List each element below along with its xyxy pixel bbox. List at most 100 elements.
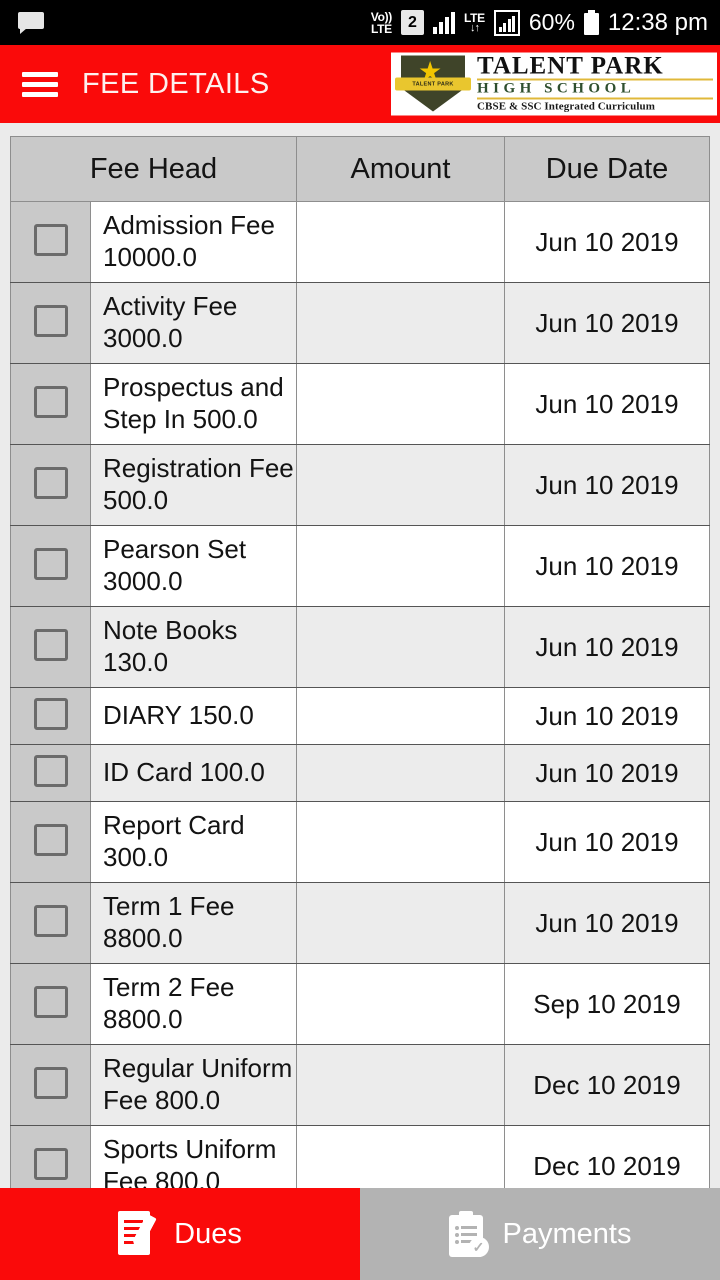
row-checkbox-cell[interactable] [10,201,91,283]
tab-dues[interactable]: Dues [0,1188,360,1280]
row-checkbox-cell[interactable] [10,963,91,1045]
row-checkbox[interactable] [33,1147,68,1180]
battery-percent: 60% [528,9,575,35]
cell-amount [296,1125,505,1188]
table-row[interactable]: Activity Fee 3000.0 Jun 10 2019 [10,282,710,364]
row-checkbox[interactable] [33,466,68,499]
row-checkbox-cell[interactable] [10,363,91,445]
column-header-fee-head: Fee Head [10,136,297,202]
table-row[interactable]: Regular Uniform Fee 800.0 Dec 10 2019 [10,1044,710,1126]
hamburger-menu-icon[interactable] [22,71,58,97]
sim-slot-indicator: 2 [401,10,424,35]
cell-amount [296,282,505,364]
app-bar: FEE DETAILS ★ TALENT PARK TALENT PARK HI… [0,45,720,123]
cell-due-date: Jun 10 2019 [504,606,710,688]
column-header-due-date: Due Date [504,136,710,202]
row-checkbox[interactable] [33,547,68,580]
cell-amount [296,1044,505,1126]
table-row[interactable]: Sports Uniform Fee 800.0 Dec 10 2019 [10,1125,710,1188]
tab-dues-label: Dues [174,1217,242,1250]
row-checkbox-cell[interactable] [10,444,91,526]
cell-due-date: Jun 10 2019 [504,744,710,802]
cell-amount [296,882,505,964]
tab-payments[interactable]: ✓ Payments [360,1188,720,1280]
volte-line1: Vo)) [370,9,393,24]
table-row[interactable]: Pearson Set 3000.0 Jun 10 2019 [10,525,710,607]
cell-due-date: Jun 10 2019 [504,282,710,364]
clipboard-check-icon: ✓ [448,1211,489,1257]
row-checkbox[interactable] [33,697,68,730]
cell-fee-head: Term 2 Fee 8800.0 [90,963,297,1045]
cell-fee-head: Activity Fee 3000.0 [90,282,297,364]
cell-amount [296,525,505,607]
cell-due-date: Jun 10 2019 [504,363,710,445]
status-bar-clock: 12:38 pm [607,8,708,36]
table-body: Admission Fee 10000.0 Jun 10 2019 Activity… [10,201,710,1188]
table-row[interactable]: Term 1 Fee 8800.0 Jun 10 2019 [10,882,710,964]
table-header-row: Fee Head Amount Due Date [10,136,710,202]
signal-bars-icon [433,11,455,34]
row-checkbox[interactable] [33,823,68,856]
row-checkbox[interactable] [33,304,68,337]
table-header: Fee Head Amount Due Date [10,136,710,202]
table-row[interactable]: Report Card 300.0 Jun 10 2019 [10,801,710,883]
table-row[interactable]: Term 2 Fee 8800.0 Sep 10 2019 [10,963,710,1045]
cell-due-date: Jun 10 2019 [504,525,710,607]
table-row[interactable]: DIARY 150.0 Jun 10 2019 [10,687,710,745]
lte-arrows: ↓↑ [469,21,480,34]
row-checkbox[interactable] [33,223,68,256]
cell-fee-head: Admission Fee 10000.0 [90,201,297,283]
table-row[interactable]: Note Books 130.0 Jun 10 2019 [10,606,710,688]
table-row[interactable]: Registration Fee 500.0 Jun 10 2019 [10,444,710,526]
cell-fee-head: Term 1 Fee 8800.0 [90,882,297,964]
row-checkbox-cell[interactable] [10,801,91,883]
cell-due-date: Jun 10 2019 [504,444,710,526]
row-checkbox-cell[interactable] [10,687,91,745]
app-screen: Vo)) LTE 2 LTE ↓↑ 60% 12:38 pm FEE DETAI… [0,0,720,1280]
table-row[interactable]: ID Card 100.0 Jun 10 2019 [10,744,710,802]
row-checkbox[interactable] [33,628,68,661]
school-name-line2: HIGH SCHOOL [477,81,713,100]
battery-icon [583,10,599,35]
cell-fee-head: ID Card 100.0 [90,744,297,802]
cell-amount [296,363,505,445]
row-checkbox-cell[interactable] [10,282,91,364]
cell-fee-head: Pearson Set 3000.0 [90,525,297,607]
row-checkbox[interactable] [33,754,68,787]
cell-due-date: Jun 10 2019 [504,687,710,745]
cell-amount [296,801,505,883]
school-name-line1: TALENT PARK [477,53,713,81]
page-title: FEE DETAILS [82,67,270,100]
cell-due-date: Dec 10 2019 [504,1125,710,1188]
row-checkbox-cell[interactable] [10,1044,91,1126]
lte-data-icon: LTE ↓↑ [464,12,485,34]
table-row[interactable]: Prospectus and Step In 500.0 Jun 10 2019 [10,363,710,445]
school-crest-icon: ★ TALENT PARK [391,54,475,115]
row-checkbox-cell[interactable] [10,1125,91,1188]
cell-fee-head: Note Books 130.0 [90,606,297,688]
cell-fee-head: Prospectus and Step In 500.0 [90,363,297,445]
cell-amount [296,201,505,283]
school-logo: ★ TALENT PARK TALENT PARK HIGH SCHOOL CB… [391,52,717,116]
table-row[interactable]: Admission Fee 10000.0 Jun 10 2019 [10,201,710,283]
volte-icon: Vo)) LTE [370,9,393,36]
document-edit-icon [118,1211,160,1257]
row-checkbox[interactable] [33,904,68,937]
cell-fee-head: Report Card 300.0 [90,801,297,883]
row-checkbox-cell[interactable] [10,882,91,964]
cell-due-date: Jun 10 2019 [504,801,710,883]
cell-fee-head: Sports Uniform Fee 800.0 [90,1125,297,1188]
fee-details-table: Fee Head Amount Due Date Admission Fee 1… [10,136,710,1188]
row-checkbox-cell[interactable] [10,525,91,607]
volte-line2: LTE [370,21,392,36]
row-checkbox-cell[interactable] [10,606,91,688]
row-checkbox[interactable] [33,985,68,1018]
row-checkbox[interactable] [33,385,68,418]
column-header-amount: Amount [296,136,505,202]
status-bar: Vo)) LTE 2 LTE ↓↑ 60% 12:38 pm [0,0,720,45]
signal-box-icon [493,9,520,36]
school-logo-text: TALENT PARK HIGH SCHOOL CBSE & SSC Integ… [475,53,717,116]
fee-table-container[interactable]: Fee Head Amount Due Date Admission Fee 1… [0,123,720,1188]
row-checkbox-cell[interactable] [10,744,91,802]
row-checkbox[interactable] [33,1066,68,1099]
